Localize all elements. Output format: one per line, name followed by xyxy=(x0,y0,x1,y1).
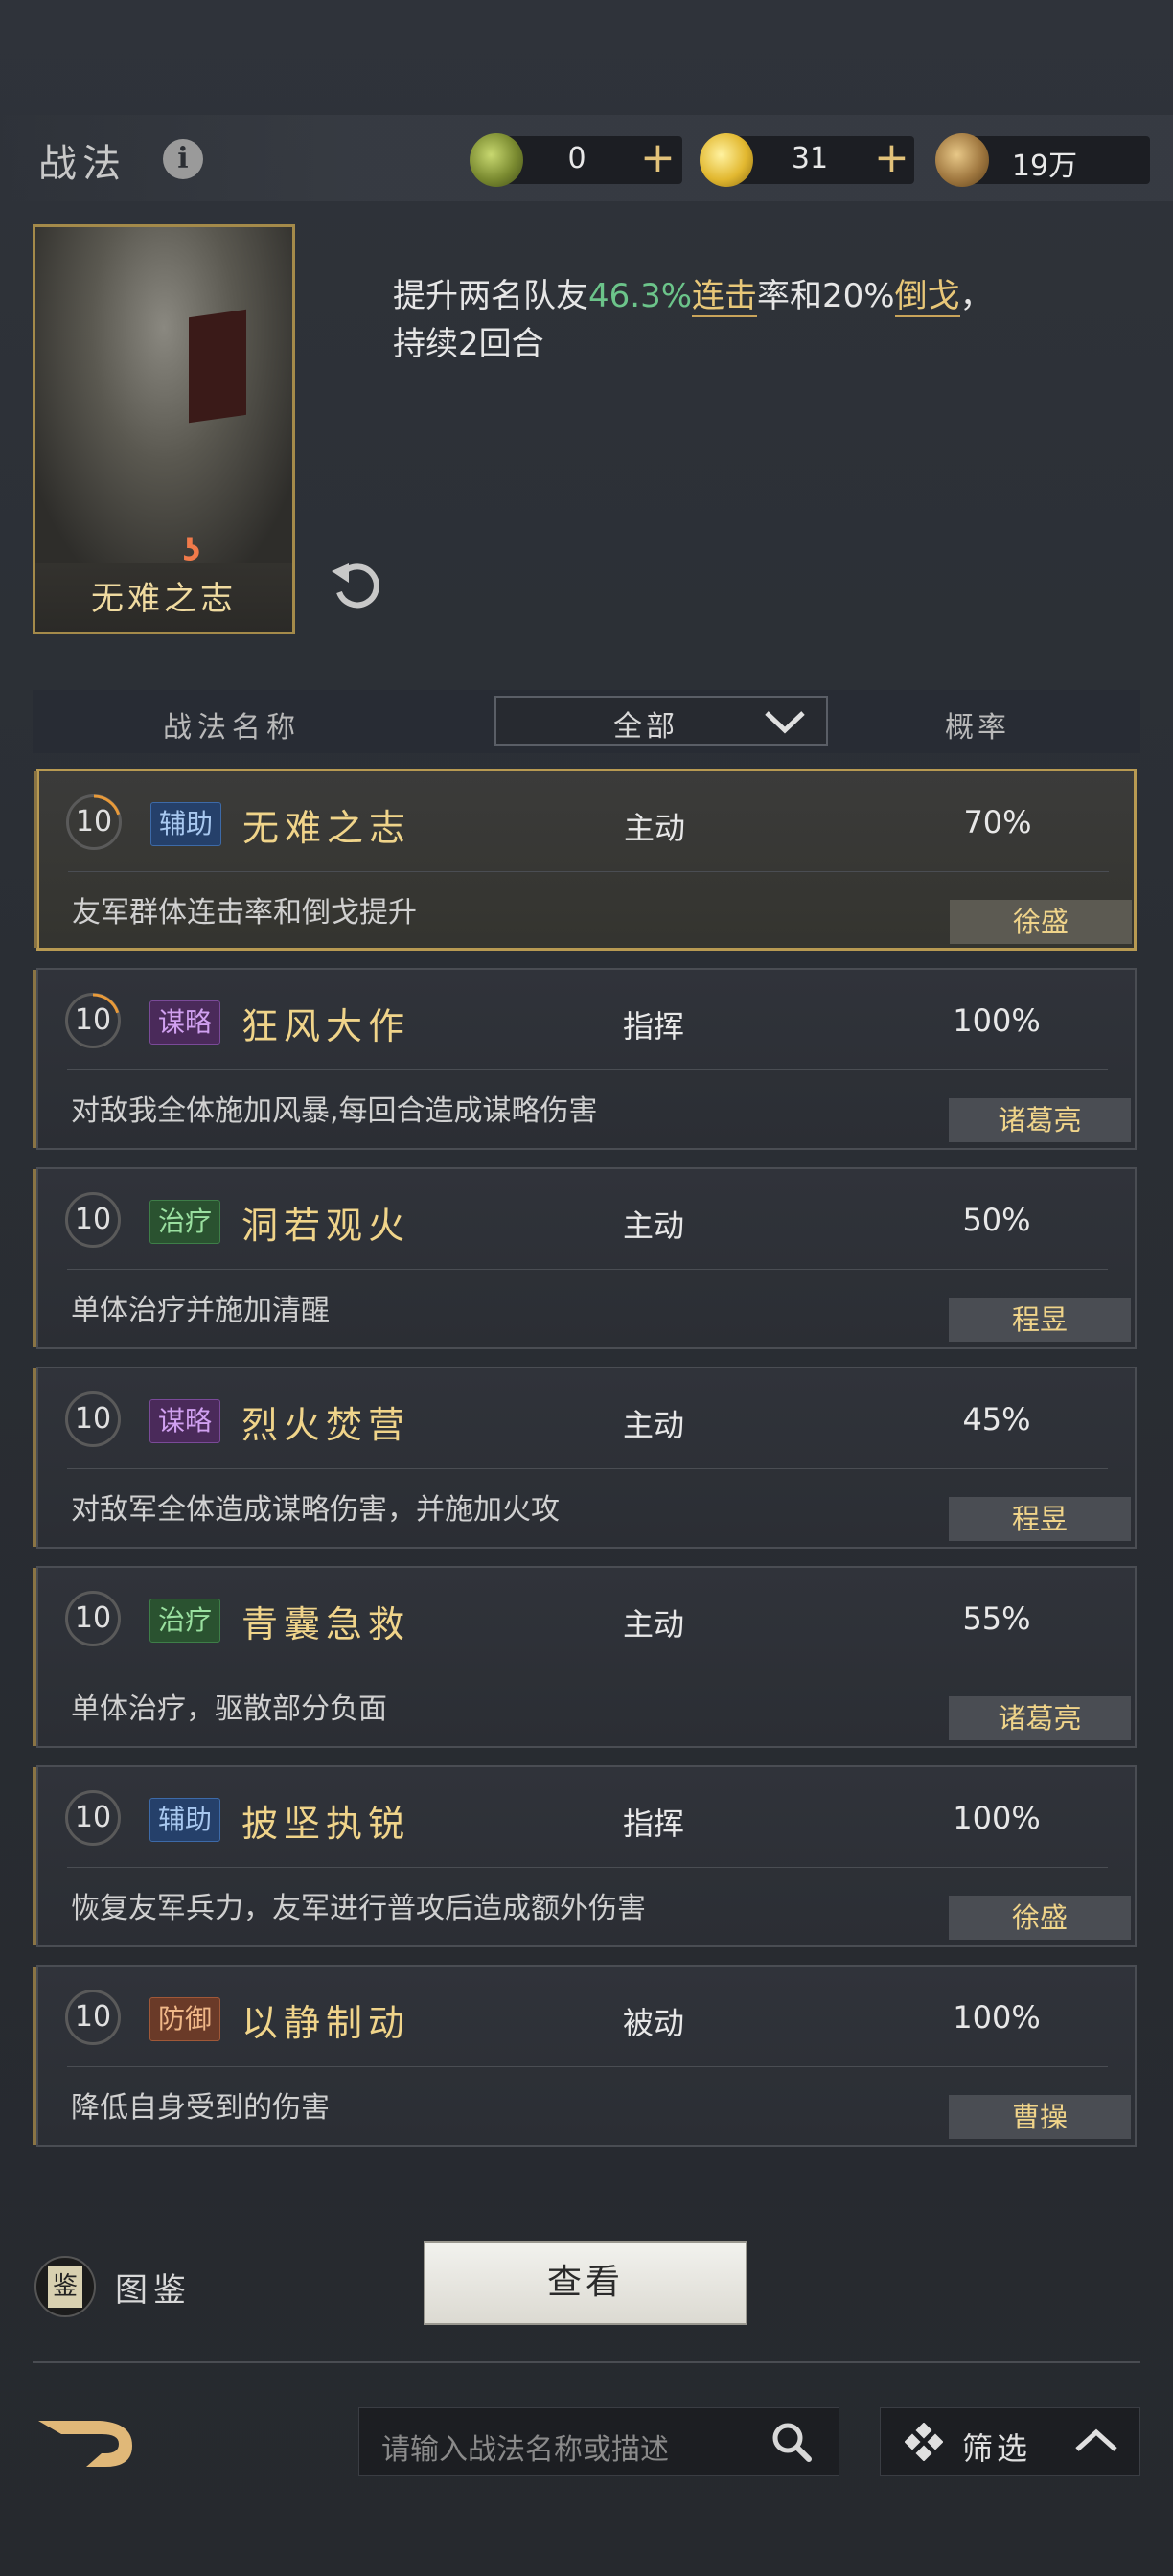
skill-row[interactable]: 10 治疗 青囊急救 主动 55% 单体治疗，驱散部分负面 诸葛亮 xyxy=(33,1566,1137,1748)
skill-summary: 友军群体连击率和倒戈提升 xyxy=(72,896,417,930)
skill-name: 无难之志 xyxy=(242,807,412,849)
row-divider xyxy=(67,1269,1108,1270)
card-banner-art xyxy=(189,309,246,424)
skill-name: 以静制动 xyxy=(242,2002,411,2044)
row-divider xyxy=(68,871,1109,872)
desc-text-2: 率和20% xyxy=(757,277,895,315)
add-gold-button[interactable]: + xyxy=(874,134,909,182)
selected-skill-card[interactable]: ʖ 无难之志 xyxy=(33,224,295,634)
skill-row[interactable]: 10 防御 以静制动 被动 100% 降低自身受到的伤害 曹操 xyxy=(33,1965,1137,2147)
skill-category-badge: 谋略 xyxy=(150,1399,221,1443)
skill-name: 洞若观火 xyxy=(242,1205,411,1247)
skill-row[interactable]: 10 治疗 洞若观火 主动 50% 单体治疗并施加清醒 程昱 xyxy=(33,1167,1137,1349)
skill-summary: 对敌军全体造成谋略伤害，并施加火攻 xyxy=(71,1493,560,1527)
card-type-icon: ʖ xyxy=(182,532,201,568)
skill-row[interactable]: 10 辅助 无难之志 主动 70% 友军群体连击率和倒戈提升 徐盛 xyxy=(34,769,1137,951)
card-artwork xyxy=(35,227,292,563)
desc-text-1: 提升两名队友 xyxy=(393,277,588,315)
row-divider xyxy=(67,2066,1108,2067)
row-divider xyxy=(67,1468,1108,1469)
resource-gold-value: 31 xyxy=(791,142,829,175)
skill-level: 10 xyxy=(65,1591,121,1646)
view-button[interactable]: 查看 xyxy=(424,2241,748,2325)
skill-category-badge: 防御 xyxy=(150,1997,221,2041)
codex-glyph: 鉴 xyxy=(48,2266,82,2308)
skill-category-badge: 辅助 xyxy=(150,802,222,846)
skill-summary: 对敌我全体施加风暴,每回合造成谋略伤害 xyxy=(71,1094,598,1128)
header-skill-name: 战法名称 xyxy=(163,711,301,745)
skill-rate: 100% xyxy=(953,1002,1041,1039)
skill-rate: 70% xyxy=(963,804,1032,840)
skill-description: 提升两名队友46.3%连击率和20%倒戈， 持续2回合 xyxy=(393,272,1121,368)
row-divider xyxy=(67,1867,1108,1868)
skill-hero-button[interactable]: 诸葛亮 xyxy=(949,1696,1131,1740)
page-title: 战法 xyxy=(38,142,126,186)
skill-category-badge: 辅助 xyxy=(150,1798,221,1842)
skill-name: 披坚执锐 xyxy=(242,1803,411,1845)
chevron-up-icon[interactable] xyxy=(1073,2426,1119,2455)
skill-rate: 100% xyxy=(953,1999,1041,2036)
level-progress-arc xyxy=(65,993,121,1048)
skill-type: 主动 xyxy=(623,1407,685,1443)
skill-summary: 单体治疗，驱散部分负面 xyxy=(71,1692,387,1726)
skill-hero-button[interactable]: 徐盛 xyxy=(950,900,1132,944)
level-progress-arc xyxy=(66,794,122,850)
skill-hero-button[interactable]: 程昱 xyxy=(949,1298,1131,1342)
desc-keyword-combo[interactable]: 连击 xyxy=(692,277,758,317)
desc-text-line2: 持续2回合 xyxy=(393,325,544,363)
chevron-down-icon[interactable] xyxy=(763,707,807,736)
jade-coin-icon xyxy=(470,133,523,187)
skill-type: 主动 xyxy=(624,810,686,846)
skill-summary: 恢复友军兵力，友军进行普攻后造成额外伤害 xyxy=(71,1892,646,1925)
skill-summary: 降低自身受到的伤害 xyxy=(71,2091,330,2125)
back-arrow-icon[interactable] xyxy=(33,2407,140,2474)
skill-type: 主动 xyxy=(623,1208,685,1244)
skill-hero-button[interactable]: 徐盛 xyxy=(949,1896,1131,1940)
resource-jade-value: 0 xyxy=(567,142,586,175)
skill-row[interactable]: 10 谋略 狂风大作 指挥 100% 对敌我全体施加风暴,每回合造成谋略伤害 诸葛亮 xyxy=(33,968,1137,1150)
skill-type: 指挥 xyxy=(623,1008,685,1045)
resource-copper-value: 19万 xyxy=(1011,150,1078,183)
skill-hero-button[interactable]: 曹操 xyxy=(949,2095,1131,2139)
skill-row[interactable]: 10 谋略 烈火焚营 主动 45% 对敌军全体造成谋略伤害，并施加火攻 程昱 xyxy=(33,1367,1137,1549)
skill-category-badge: 谋略 xyxy=(150,1000,221,1045)
skill-level: 10 xyxy=(65,1990,121,2045)
search-icon[interactable] xyxy=(769,2419,815,2465)
desc-keyword-betray[interactable]: 倒戈 xyxy=(894,277,960,317)
skill-category-badge: 治疗 xyxy=(150,1598,221,1643)
filter-icon xyxy=(905,2423,943,2461)
skill-name: 烈火焚营 xyxy=(242,1404,411,1446)
skill-hero-button[interactable]: 程昱 xyxy=(949,1497,1131,1541)
skill-rate: 100% xyxy=(953,1800,1041,1836)
bottom-divider xyxy=(33,2361,1140,2363)
skill-rate: 45% xyxy=(962,1401,1031,1438)
skill-row[interactable]: 10 辅助 披坚执锐 指挥 100% 恢复友军兵力，友军进行普攻后造成额外伤害 徐盛 xyxy=(33,1765,1137,1947)
desc-text-3: ， xyxy=(959,277,993,315)
type-filter-value[interactable]: 全部 xyxy=(613,702,678,745)
skill-level: 10 xyxy=(65,1790,121,1846)
copper-coin-icon xyxy=(935,133,989,187)
gold-coin-icon xyxy=(700,133,753,187)
skill-type: 主动 xyxy=(623,1606,685,1643)
reset-icon[interactable] xyxy=(326,556,383,613)
desc-value: 46.3% xyxy=(588,277,693,315)
search-placeholder: 请输入战法名称或描述 xyxy=(381,2433,669,2467)
header-rate: 概率 xyxy=(945,711,1010,745)
skill-name: 狂风大作 xyxy=(242,1005,411,1047)
skill-rate: 55% xyxy=(962,1600,1031,1637)
codex-button[interactable]: 图鉴 xyxy=(115,2264,192,2311)
skill-level: 10 xyxy=(65,1392,121,1447)
skill-hero-button[interactable]: 诸葛亮 xyxy=(949,1098,1131,1142)
add-jade-button[interactable]: + xyxy=(640,134,676,182)
skill-level: 10 xyxy=(65,1192,121,1248)
skill-type: 被动 xyxy=(623,2005,685,2041)
skill-rate: 50% xyxy=(962,1202,1031,1238)
skill-type: 指挥 xyxy=(623,1806,685,1842)
skill-category-badge: 治疗 xyxy=(150,1200,221,1244)
card-name: 无难之志 xyxy=(91,580,237,618)
skill-summary: 单体治疗并施加清醒 xyxy=(71,1294,330,1327)
info-icon[interactable]: i xyxy=(163,139,203,179)
filter-label[interactable]: 筛选 xyxy=(962,2425,1031,2469)
skill-name: 青囊急救 xyxy=(242,1603,411,1645)
